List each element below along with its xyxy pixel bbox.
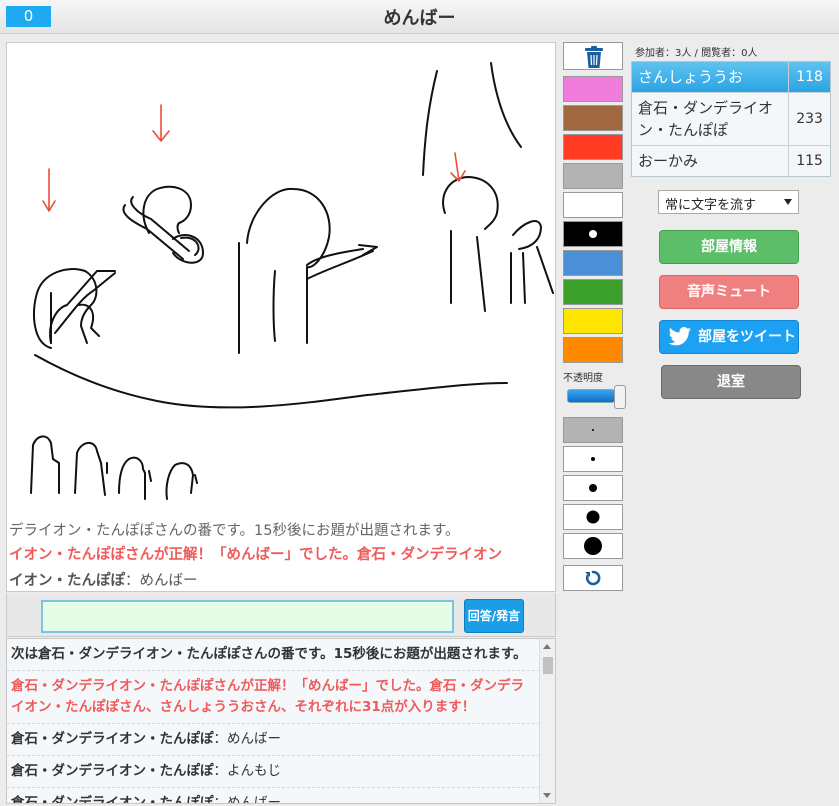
participant-counts: 参加者：3人 / 閲覧者：0人 [635,48,758,59]
log-text: ：めんばー [213,731,282,747]
chevron-down-icon [784,199,792,205]
log-name: 倉石・ダンデライオン・たんぽぽ [11,731,214,747]
overlay-message-chat: イオン・たんぽぽ：めんばー [9,569,198,590]
scroll-up-icon[interactable] [543,644,551,649]
log-row: 次は倉石・ダンデライオン・たんぽぽさんの番です。15秒後にお題が出題されます。 [7,639,555,671]
scroll-down-icon[interactable] [543,793,551,798]
text-mode-select[interactable]: 常に文字を流す [658,190,799,214]
brush-dot-icon [591,457,595,461]
brush-dot-icon [586,510,600,524]
player-score: 118 [796,69,823,85]
log-text: 次は倉石・ダンデライオン・たんぽぽさんの番です。15秒後にお題が出題されます。 [11,646,527,662]
room-info-button[interactable]: 部屋情報 [659,230,799,264]
undo-button[interactable] [563,565,623,591]
player-list: さんしょううお 118 倉石・ダンデライオン・たんぽぽ 233 おーかみ 115 [631,61,831,177]
overlay-chat-name: イオン・たんぽぽ [9,573,125,589]
opacity-slider[interactable] [567,385,626,409]
opacity-label: 不透明度 [563,373,603,384]
log-row: 倉石・ダンデライオン・たんぽぽ：めんばー [7,788,555,804]
color-swatch[interactable] [563,279,623,305]
player-row: おーかみ 115 [632,146,830,176]
answer-bar: 回答/発言 [6,593,556,637]
brush-size-button[interactable] [563,475,623,501]
drawing-canvas[interactable]: デライオン・たんぽぽさんの番です。15秒後にお題が出題されます。 イオン・たんぽ… [6,42,556,592]
drawing-strokes [30,62,554,500]
color-swatch[interactable] [563,308,623,334]
log-row: 倉石・ダンデライオン・たんぽぽ：よんもじ [7,756,555,788]
overlay-message-turn: デライオン・たんぽぽさんの番です。15秒後にお題が出題されます。 [9,523,460,539]
selected-dot-icon [589,230,597,238]
log-text: ：めんばー [213,795,282,804]
answer-input[interactable] [41,600,454,633]
brush-dot-icon [592,429,594,431]
exit-room-button[interactable]: 退室 [661,365,801,399]
clear-canvas-button[interactable] [563,42,623,70]
room-title: めんばー [383,8,456,29]
scroll-thumb[interactable] [543,657,553,674]
brush-size-button[interactable] [563,504,623,530]
color-swatch[interactable] [563,337,623,363]
mute-button[interactable]: 音声ミュート [659,275,799,309]
log-text: 倉石・ダンデライオン・たんぽぽさんが正解！「めんばー」でした。倉石・ダンデライオ… [11,678,524,715]
log-row: 倉石・ダンデライオン・たんぽぽ：めんばー [7,724,555,756]
chat-log[interactable]: 次は倉石・ダンデライオン・たんぽぽさんの番です。15秒後にお題が出題されます。 … [6,638,556,804]
player-name: 倉石・ダンデライオン・たんぽぽ [632,93,790,145]
opacity-handle[interactable] [614,385,626,409]
color-swatch[interactable] [563,192,623,218]
brush-dot-icon [584,537,602,555]
brush-size-button[interactable] [563,533,623,559]
log-text: ：よんもじ [213,763,282,779]
player-name: さんしょううお [632,62,790,92]
player-score: 233 [796,111,823,127]
overlay-chat-text: ：めんばー [125,573,198,589]
overlay-message-correct: イオン・たんぽぽさんが正解！「めんばー」でした。倉石・ダンデライオン [9,547,502,563]
opacity-track[interactable] [567,389,615,403]
text-mode-value: 常に文字を流す [665,198,757,213]
player-row: さんしょううお 118 [632,62,830,93]
trash-icon [585,46,603,68]
color-swatch[interactable] [563,105,623,131]
color-swatch[interactable] [563,134,623,160]
color-swatch[interactable] [563,163,623,189]
player-name: おーかみ [632,146,790,176]
brush-size-button[interactable] [563,446,623,472]
twitter-bird-icon [668,327,691,346]
player-row: 倉石・ダンデライオン・たんぽぽ 233 [632,93,830,146]
color-swatch[interactable] [563,221,623,247]
color-swatch[interactable] [563,76,623,102]
color-swatch[interactable] [563,250,623,276]
log-row: 倉石・ダンデライオン・たんぽぽさんが正解！「めんばー」でした。倉石・ダンデライオ… [7,671,555,724]
log-scrollbar[interactable] [539,639,555,803]
brush-size-button[interactable] [563,417,623,443]
send-button[interactable]: 回答/発言 [464,599,524,633]
tweet-room-button[interactable]: 部屋をツイート [659,320,799,354]
log-name: 倉石・ダンデライオン・たんぽぽ [11,763,214,779]
top-bar: 0 めんばー [0,0,839,34]
tweet-room-label: 部屋をツイート [698,329,796,345]
player-score: 115 [796,153,823,169]
brush-dot-icon [589,484,597,492]
undo-icon [585,570,601,586]
log-name: 倉石・ダンデライオン・たんぽぽ [11,795,214,804]
